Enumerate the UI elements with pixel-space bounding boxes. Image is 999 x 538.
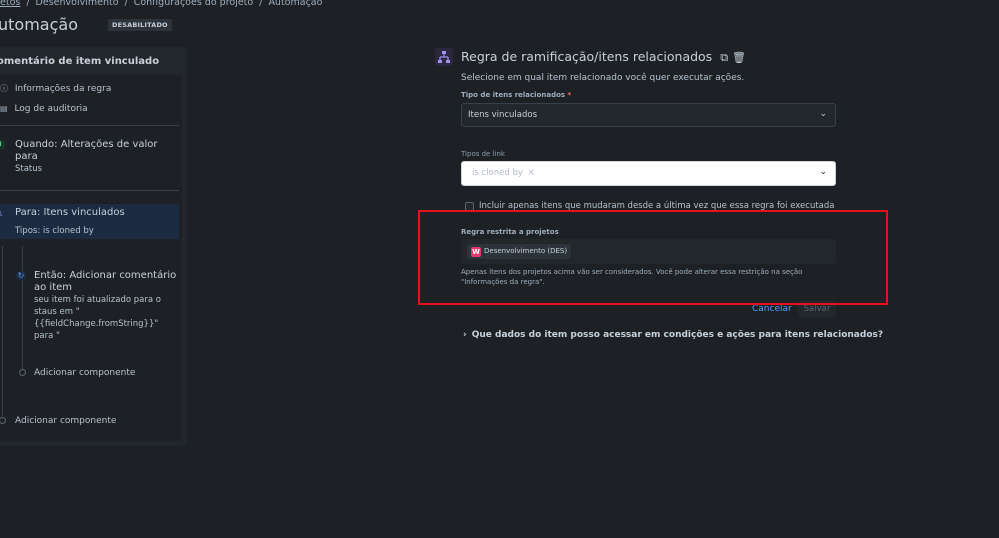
- chevron-down-icon: ⌄: [819, 109, 827, 119]
- divider: [0, 125, 179, 126]
- breadcrumb-automation[interactable]: Automação: [268, 0, 322, 8]
- hierarchy-icon: [438, 51, 450, 63]
- annotation-highlight-box: [418, 210, 888, 305]
- nav-audit-log-label: Log de auditoria: [14, 104, 88, 114]
- step-trigger-subtitle: Status: [15, 164, 43, 174]
- chevron-right-icon: ›: [463, 330, 467, 340]
- form-title-text: Regra de ramificação/itens relacionados: [461, 49, 713, 64]
- form-description: Selecione em qual item relacionado você …: [461, 73, 745, 83]
- branch-icon: ♙: [0, 209, 5, 218]
- breadcrumb-projects[interactable]: etos: [0, 0, 20, 8]
- add-component-inner-button[interactable]: Adicionar componente: [34, 368, 135, 378]
- link-types-label: Tipos de link: [461, 150, 505, 158]
- add-component-dot: [19, 369, 26, 376]
- related-type-select[interactable]: Itens vinculados ⌄: [461, 103, 836, 127]
- step-action-title: Então: Adicionar comentário ao item: [34, 270, 177, 293]
- step-branch-title: Para: Itens vinculados: [15, 207, 125, 218]
- step-branch-subtitle: Tipos: is cloned by: [15, 226, 94, 236]
- breadcrumb-separator: /: [259, 0, 263, 8]
- form-title: Regra de ramificação/itens relacionados …: [461, 49, 746, 65]
- related-type-label: Tipo de itens relacionados *: [461, 91, 571, 99]
- related-type-value: Itens vinculados: [468, 110, 538, 120]
- cancel-button[interactable]: Cancelar: [752, 304, 792, 314]
- required-mark: *: [567, 91, 572, 99]
- step-branch[interactable]: ♙ Para: Itens vinculados Tipos: is clone…: [0, 207, 170, 237]
- rule-steps-container: [0, 75, 182, 441]
- remove-chip-icon[interactable]: ×: [528, 168, 535, 178]
- breadcrumb-separator: /: [124, 0, 128, 8]
- add-component-outer-button[interactable]: Adicionar componente: [15, 416, 116, 426]
- chevron-down-icon: ⌄: [819, 167, 827, 177]
- link-types-value: is cloned by ×: [472, 168, 535, 178]
- trash-icon[interactable]: 🗑: [732, 51, 746, 64]
- trigger-icon: I: [0, 140, 5, 149]
- breadcrumb: etos / Desenvolvimento / Configurações do pr…: [0, 0, 322, 8]
- status-badge: DESABILITADO: [108, 19, 172, 31]
- step-trigger-title: Quando: Alterações de valor para: [15, 139, 158, 162]
- audit-log-icon: ▤: [0, 104, 8, 113]
- breadcrumb-separator: /: [26, 0, 30, 8]
- branch-header-icon: [435, 48, 453, 66]
- related-type-label-text: Tipo de itens relacionados: [461, 91, 566, 99]
- faq-expander[interactable]: › Que dados do item posso acessar em cond…: [463, 330, 883, 340]
- link-type-chip: is cloned by: [472, 168, 523, 178]
- copy-icon[interactable]: ⧉: [720, 51, 728, 64]
- breadcrumb-project[interactable]: Desenvolvimento: [36, 0, 119, 8]
- breadcrumb-settings[interactable]: Configurações do projeto: [134, 0, 254, 8]
- step-action-subtitle: seu item foi atualizado para o staus em …: [34, 295, 161, 341]
- step-trigger[interactable]: I Quando: Alterações de valor para Statu…: [0, 139, 160, 175]
- info-icon: ⓘ: [0, 84, 8, 93]
- link-types-select[interactable]: is cloned by × ⌄: [461, 161, 836, 186]
- nav-rule-info[interactable]: ⓘ Informações da regra: [0, 83, 111, 94]
- refresh-icon: ↻: [16, 271, 26, 281]
- faq-text: Que dados do item posso acessar em condi…: [471, 330, 884, 340]
- divider: [0, 190, 179, 191]
- step-action[interactable]: ↻ Então: Adicionar comentário ao item se…: [16, 270, 181, 342]
- main-tree-line: [2, 246, 3, 416]
- nav-audit-log[interactable]: ▤ Log de auditoria: [0, 104, 88, 114]
- page-title: utomação: [0, 15, 78, 34]
- rule-panel-title: omentário de item vinculado: [0, 56, 160, 67]
- nav-rule-info-label: Informações da regra: [14, 84, 112, 94]
